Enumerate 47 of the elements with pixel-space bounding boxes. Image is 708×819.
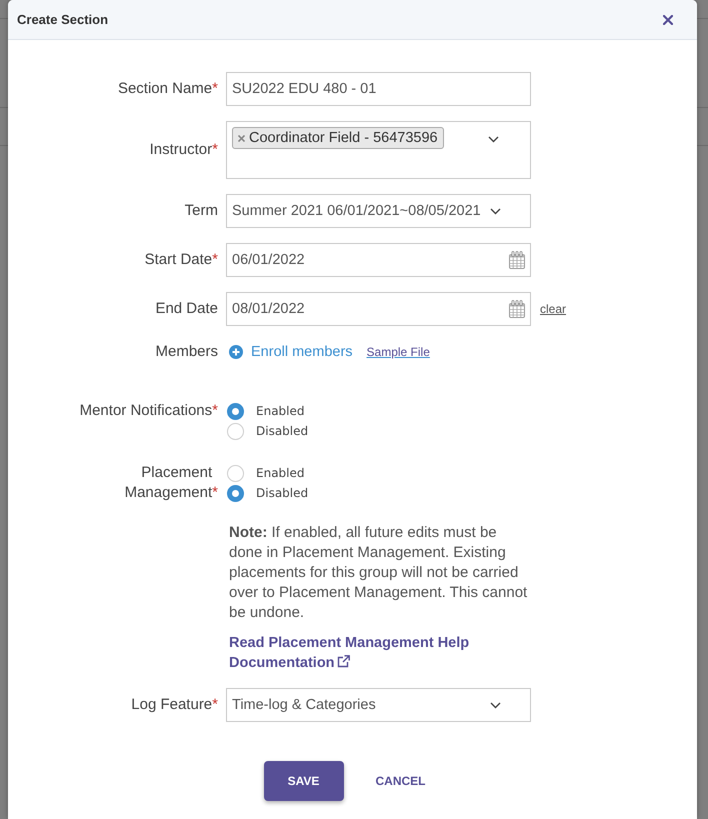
select-field[interactable]: Summer 2021 06/01/2021~08/05/2021 (226, 194, 531, 228)
field-label: Start Date (144, 250, 212, 270)
field-label: Section Name (118, 79, 212, 99)
required-mark: * (212, 402, 218, 419)
field-label: Instructor (150, 140, 212, 160)
calendar-icon[interactable] (509, 251, 525, 269)
chevron-down-icon (488, 136, 499, 143)
sample-file-link[interactable]: Sample File (366, 345, 430, 359)
field-label: Members (155, 342, 218, 362)
date-field[interactable]: 06/01/2022 (226, 243, 531, 277)
chevron-down-icon (490, 208, 501, 214)
select-field[interactable]: Time-log & Categories (226, 688, 531, 722)
required-mark: * (212, 484, 218, 501)
save-button[interactable]: SAVE (264, 761, 344, 801)
field-label: Mentor Notifications (80, 401, 212, 421)
cancel-button[interactable]: CANCEL (360, 761, 442, 801)
external-link-icon (336, 655, 350, 668)
multiselect-field[interactable]: Coordinator Field - 56473596 (226, 121, 531, 179)
help-documentation-link[interactable]: Read Placement Management Help Documentation (229, 633, 479, 673)
close-button[interactable] (663, 14, 673, 24)
chevron-down-icon (490, 702, 501, 708)
radio-label[interactable]: Enabled (256, 466, 304, 480)
field-label: Log Feature (131, 695, 212, 715)
radio-label[interactable]: Disabled (256, 486, 308, 500)
field-label: Placement Management (124, 463, 212, 503)
note-text: Note: If enabled, all future edits must be done in Placement Management. Existing placements for this group will not be carried over to Placement Management. This cannot be undone. (229, 523, 528, 623)
required-mark: * (212, 251, 218, 268)
field-label: End Date (155, 299, 218, 319)
radio-label[interactable]: Disabled (256, 424, 308, 438)
radio-button[interactable] (227, 464, 244, 482)
required-mark: * (212, 80, 218, 97)
plus-icon (229, 345, 243, 359)
dialog-title: Create Section (17, 12, 108, 27)
close-icon[interactable] (238, 134, 245, 142)
radio-button[interactable] (227, 402, 244, 420)
close-icon (663, 14, 673, 24)
field-label: Term (184, 201, 218, 221)
radio-label[interactable]: Enabled (256, 404, 304, 418)
date-field[interactable]: 08/01/2022 (226, 292, 531, 326)
radio-button[interactable] (227, 484, 244, 502)
selected-tag[interactable]: Coordinator Field - 56473596 (232, 127, 444, 149)
required-mark: * (212, 141, 218, 158)
radio-button[interactable] (227, 422, 244, 440)
text-field[interactable]: SU2022 EDU 480 - 01 (226, 72, 531, 106)
required-mark: * (212, 696, 218, 713)
calendar-icon[interactable] (509, 300, 525, 318)
clear-link[interactable]: clear (540, 302, 566, 316)
